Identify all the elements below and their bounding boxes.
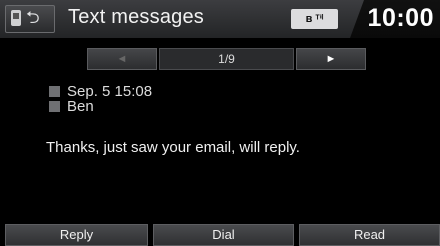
message-date: Sep. 5 15:08: [49, 84, 152, 100]
page-indicator: 1/9: [159, 48, 294, 70]
bluetooth-signal-indicator: ʙ ᵀⁱˡ: [291, 9, 338, 29]
bluetooth-icon: ʙ: [305, 13, 313, 25]
signal-icon: ᵀⁱˡ: [315, 14, 324, 25]
clock: 10:00: [367, 4, 434, 32]
action-bar: Reply Dial Read: [0, 224, 440, 246]
title-bar: ⮌ Text messages ʙ ᵀⁱˡ 10:00: [0, 0, 440, 38]
dial-button[interactable]: Dial: [153, 224, 294, 246]
clock-panel: 10:00: [350, 0, 440, 38]
message-sender-text: Ben: [67, 98, 94, 115]
read-button[interactable]: Read: [299, 224, 440, 246]
message-body: Thanks, just saw your email, will reply.: [46, 139, 300, 156]
next-message-button[interactable]: ►: [296, 48, 366, 70]
screen-title: Text messages: [68, 6, 204, 28]
phone-icon: [11, 10, 21, 26]
header-icon-group[interactable]: ⮌: [5, 5, 55, 33]
message-pager: ◄ 1/9 ►: [87, 48, 366, 70]
reply-button[interactable]: Reply: [5, 224, 148, 246]
back-icon[interactable]: ⮌: [26, 8, 40, 28]
clock-icon: [49, 86, 60, 97]
contact-icon: [49, 101, 60, 112]
previous-message-button[interactable]: ◄: [87, 48, 157, 70]
message-sender: Ben: [49, 99, 94, 115]
